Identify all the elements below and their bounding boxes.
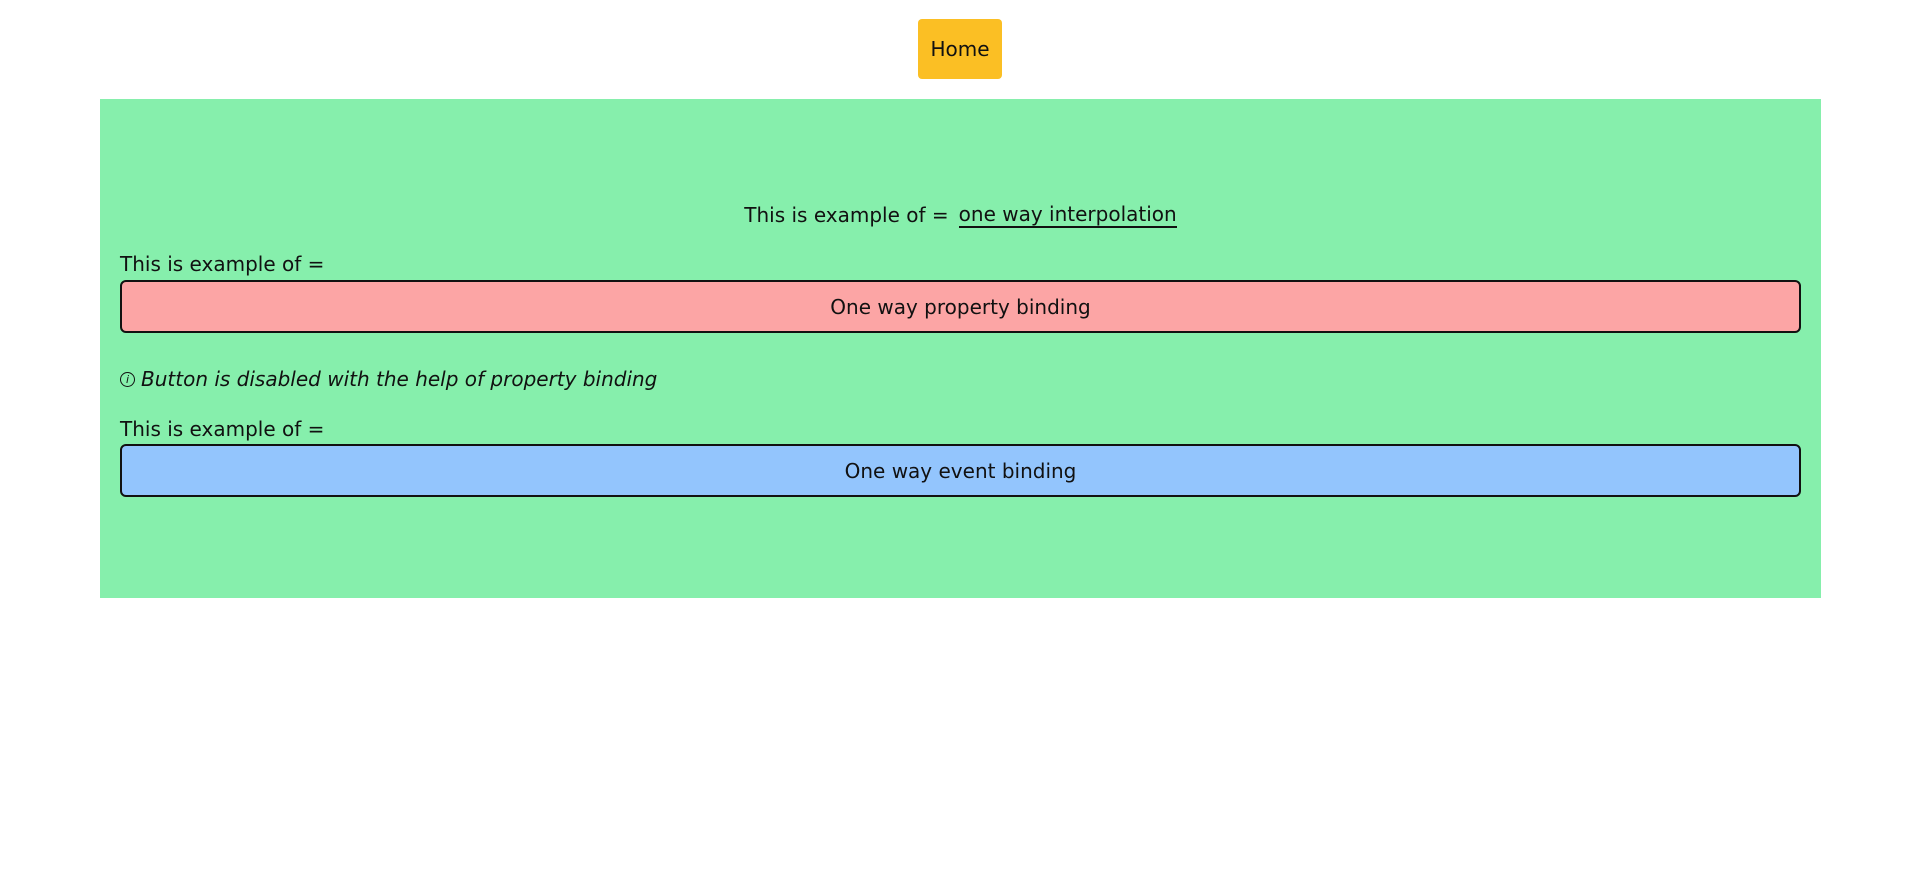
interpolation-value: one way interpolation <box>958 201 1177 228</box>
event-binding-button[interactable]: One way event binding <box>120 444 1801 497</box>
info-icon: i <box>120 371 135 387</box>
binding-examples-panel: This is example of = one way interpolati… <box>100 99 1821 598</box>
disabled-note: i Button is disabled with the help of pr… <box>120 367 657 391</box>
disabled-note-text: Button is disabled with the help of prop… <box>141 367 658 391</box>
property-binding-button[interactable]: One way property binding <box>120 280 1801 333</box>
interpolation-label: This is example of = <box>744 203 949 227</box>
page: Home This is example of = one way interp… <box>0 0 1919 871</box>
property-binding-label: This is example of = <box>120 252 325 276</box>
interpolation-row: This is example of = one way interpolati… <box>100 201 1821 228</box>
event-binding-label: This is example of = <box>120 417 325 441</box>
home-button[interactable]: Home <box>918 19 1002 79</box>
